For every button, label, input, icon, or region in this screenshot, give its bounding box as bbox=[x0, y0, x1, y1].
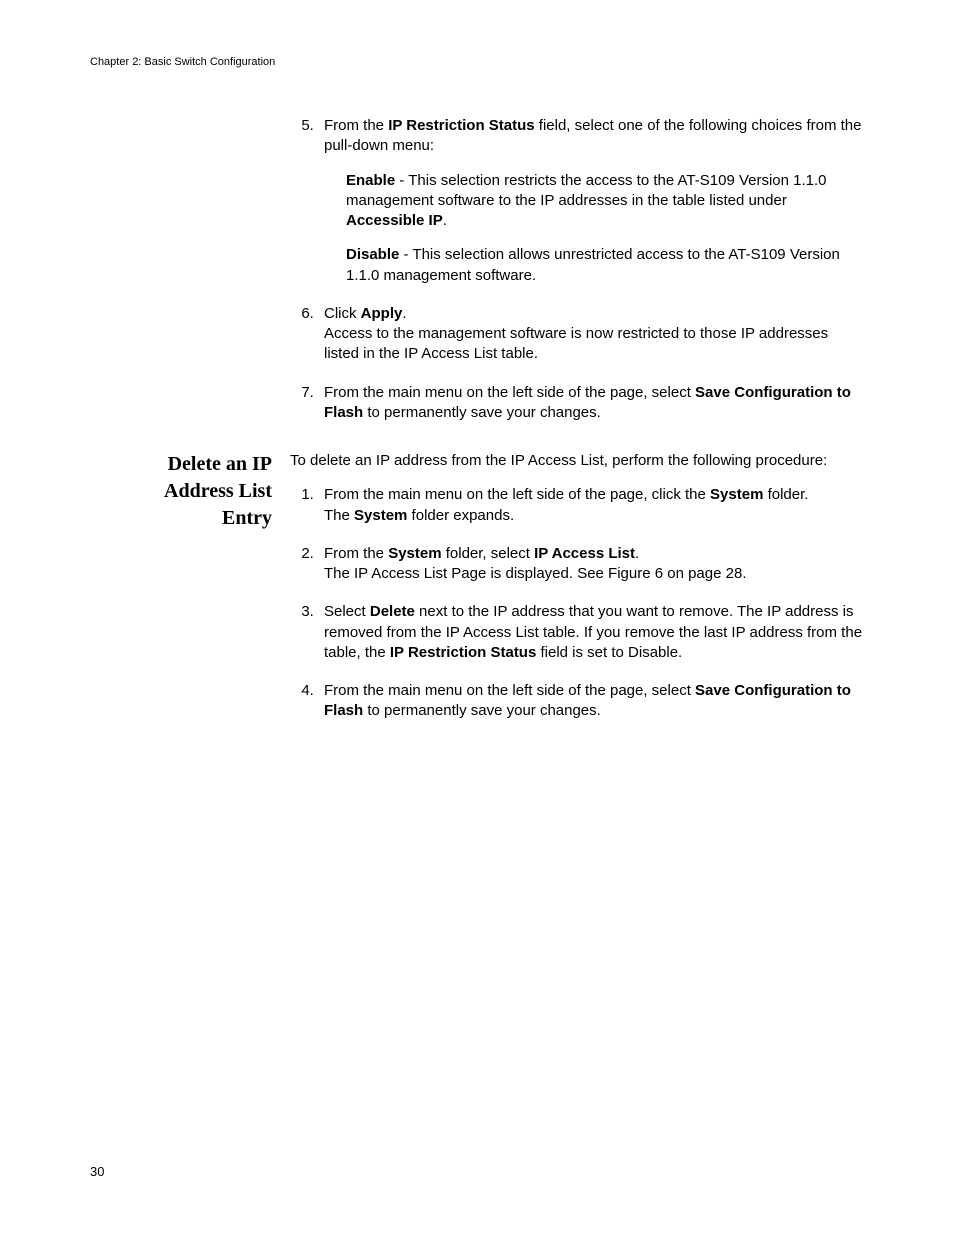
sidehead-line1: Delete an IP bbox=[90, 451, 272, 478]
ds3-delete: Delete bbox=[370, 603, 415, 620]
page-number: 30 bbox=[90, 1164, 104, 1179]
ds3-pre: Select bbox=[324, 603, 370, 620]
ds3-iprestrict: IP Restriction Status bbox=[390, 644, 536, 661]
delete-intro: To delete an IP address from the IP Acce… bbox=[290, 451, 864, 471]
running-header: Chapter 2: Basic Switch Configuration bbox=[90, 56, 864, 68]
ds2-mid: folder, select bbox=[442, 545, 535, 562]
option-disable: Disable - This selection allows unrestri… bbox=[324, 245, 864, 286]
ds1-l2c: folder expands. bbox=[407, 507, 514, 524]
accessible-ip: Accessible IP bbox=[346, 212, 443, 229]
enable-text: - This selection restricts the access to… bbox=[346, 172, 827, 209]
delete-section-row: Delete an IP Address List Entry To delet… bbox=[90, 451, 864, 722]
ds2-system: System bbox=[388, 545, 441, 562]
del-step-3: Select Delete next to the IP address tha… bbox=[318, 602, 864, 663]
step5-field: IP Restriction Status bbox=[388, 117, 534, 134]
ds1-pre: From the main menu on the left side of t… bbox=[324, 486, 710, 503]
ds2-ipaccess: IP Access List bbox=[534, 545, 635, 562]
enable-end: . bbox=[443, 212, 447, 229]
delete-sidehead: Delete an IP Address List Entry bbox=[90, 451, 290, 532]
step5-pre: From the bbox=[324, 117, 388, 134]
ds1-l2a: The bbox=[324, 507, 354, 524]
ds1-system: System bbox=[710, 486, 763, 503]
ds3-post: field is set to Disable. bbox=[536, 644, 682, 661]
sidehead-line3: Entry bbox=[90, 505, 272, 532]
del-step-2: From the System folder, select IP Access… bbox=[318, 544, 864, 585]
apply-label: Apply bbox=[361, 305, 403, 322]
top-steps-row: From the IP Restriction Status field, se… bbox=[90, 116, 864, 423]
sidehead-line2: Address List bbox=[90, 478, 272, 505]
option-enable: Enable - This selection restricts the ac… bbox=[324, 171, 864, 232]
step7-post: to permanently save your changes. bbox=[363, 404, 601, 421]
disable-text: - This selection allows unrestricted acc… bbox=[346, 246, 840, 283]
step7-pre: From the main menu on the left side of t… bbox=[324, 384, 695, 401]
del-step-4: From the main menu on the left side of t… bbox=[318, 681, 864, 722]
step-5: From the IP Restriction Status field, se… bbox=[318, 116, 864, 286]
disable-label: Disable bbox=[346, 246, 399, 263]
ds2-end: . bbox=[635, 545, 639, 562]
ds1-l2b: System bbox=[354, 507, 407, 524]
delete-steps-list: From the main menu on the left side of t… bbox=[290, 485, 864, 721]
step-7: From the main menu on the left side of t… bbox=[318, 383, 864, 424]
page: Chapter 2: Basic Switch Configuration Fr… bbox=[0, 0, 954, 722]
ds4-post: to permanently save your changes. bbox=[363, 702, 601, 719]
ds2-pre: From the bbox=[324, 545, 388, 562]
step6-end: . bbox=[402, 305, 406, 322]
enable-label: Enable bbox=[346, 172, 395, 189]
top-steps-body: From the IP Restriction Status field, se… bbox=[290, 116, 864, 423]
step6-line2: Access to the management software is now… bbox=[324, 325, 828, 362]
top-steps-list: From the IP Restriction Status field, se… bbox=[290, 116, 864, 423]
step5-options: Enable - This selection restricts the ac… bbox=[324, 171, 864, 286]
del-step-1: From the main menu on the left side of t… bbox=[318, 485, 864, 526]
step6-pre: Click bbox=[324, 305, 361, 322]
ds4-pre: From the main menu on the left side of t… bbox=[324, 682, 695, 699]
delete-body: To delete an IP address from the IP Acce… bbox=[290, 451, 864, 722]
ds2-line2: The IP Access List Page is displayed. Se… bbox=[324, 565, 746, 582]
ds1-post: folder. bbox=[763, 486, 808, 503]
step-6: Click Apply. Access to the management so… bbox=[318, 304, 864, 365]
content: From the IP Restriction Status field, se… bbox=[90, 116, 864, 722]
